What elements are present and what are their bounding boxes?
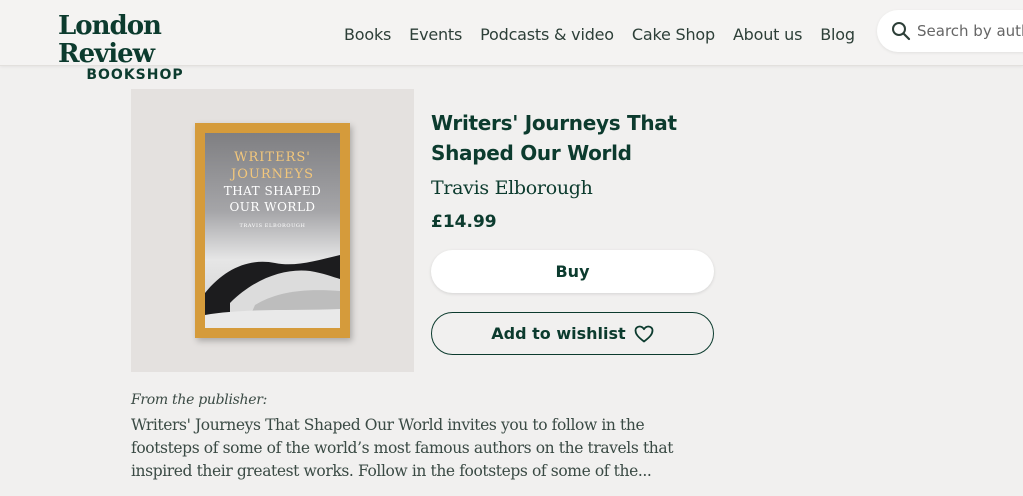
buy-button[interactable]: Buy (431, 250, 714, 293)
book-price: £14.99 (431, 212, 497, 232)
nav-books[interactable]: Books (344, 24, 391, 46)
logo-sub-text: BOOKSHOP (86, 67, 184, 83)
desert-dunes-illustration (205, 255, 340, 328)
nav-about-us[interactable]: About us (733, 24, 802, 46)
add-to-wishlist-button[interactable]: Add to wishlist (431, 312, 714, 355)
site-header: London Review BOOKSHOP Books Events Podc… (0, 0, 1023, 82)
book-cover-panel[interactable]: WRITERS' JOURNEYS THAT SHAPED OUR WORLD … (131, 89, 414, 372)
wishlist-label: Add to wishlist (491, 324, 626, 343)
nav-podcasts-video[interactable]: Podcasts & video (480, 24, 614, 46)
search-icon[interactable] (891, 21, 911, 41)
search-box (877, 10, 1023, 52)
cover-title-line1: WRITERS' (234, 150, 311, 165)
search-input[interactable] (917, 19, 1023, 43)
nav-events[interactable]: Events (409, 24, 462, 46)
cover-title-line3: THAT SHAPED (223, 184, 322, 198)
book-title: Writers' Journeys That Shaped Our World (431, 111, 677, 165)
site-logo[interactable]: London Review BOOKSHOP (58, 12, 258, 82)
publisher-label: From the publisher: (131, 392, 268, 408)
cover-title-line2: JOURNEYS (231, 167, 314, 182)
book-description: Writers' Journeys That Shaped Our World … (131, 416, 674, 480)
logo-main-text: London Review (58, 11, 162, 69)
book-cover-art: WRITERS' JOURNEYS THAT SHAPED OUR WORLD … (205, 133, 340, 328)
heart-icon (634, 325, 654, 342)
book-cover-image: WRITERS' JOURNEYS THAT SHAPED OUR WORLD … (195, 123, 350, 338)
cover-title-top: WRITERS' JOURNEYS (205, 149, 340, 183)
cover-title-line4: OUR WORLD (229, 200, 316, 214)
nav-blog[interactable]: Blog (820, 24, 855, 46)
book-author-link[interactable]: Travis Elborough (431, 177, 593, 199)
main-nav: Books Events Podcasts & video Cake Shop … (344, 24, 873, 46)
cover-title-bottom: THAT SHAPED OUR WORLD (205, 183, 340, 215)
nav-cake-shop[interactable]: Cake Shop (632, 24, 715, 46)
cover-author: TRAVIS ELBOROUGH (239, 223, 306, 229)
